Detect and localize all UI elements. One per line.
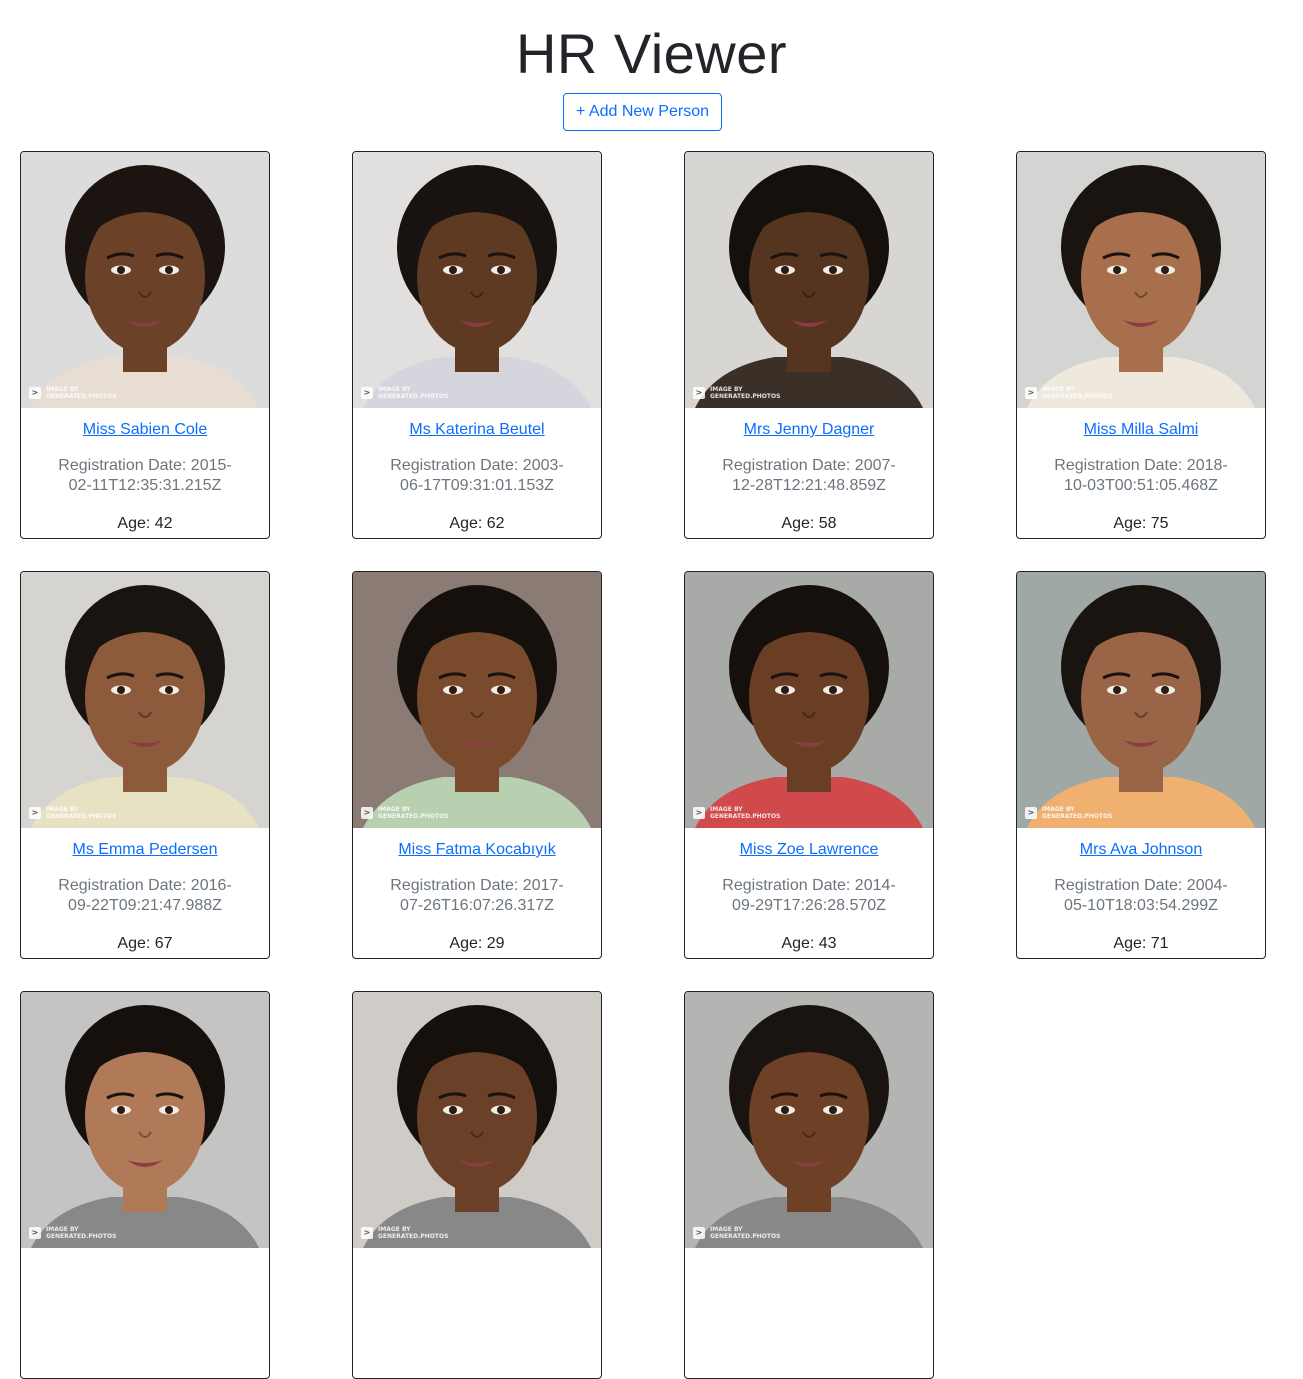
watermark: > IMAGE BY GENERATED.PHOTOS (693, 1226, 780, 1240)
person-card: > IMAGE BY GENERATED.PHOTOS Ms Katerina Beu… (352, 151, 602, 539)
watermark-line1: IMAGE BY (378, 386, 411, 393)
person-name-link[interactable]: Ms Emma Pedersen (21, 840, 269, 860)
watermark-line1: IMAGE BY (710, 806, 743, 813)
watermark-line2: GENERATED.PHOTOS (1042, 813, 1113, 820)
watermark: > IMAGE BY GENERATED.PHOTOS (361, 1226, 448, 1240)
watermark-line1: IMAGE BY (710, 386, 743, 393)
person-photo: > IMAGE BY GENERATED.PHOTOS (1017, 152, 1265, 408)
watermark-icon: > (29, 1227, 41, 1239)
watermark-line1: IMAGE BY (1042, 806, 1075, 813)
person-photo: > IMAGE BY GENERATED.PHOTOS (685, 992, 933, 1248)
person-card: > IMAGE BY GENERATED.PHOTOS (352, 991, 602, 1379)
watermark-line1: IMAGE BY (1042, 386, 1075, 393)
watermark-line2: GENERATED.PHOTOS (378, 813, 449, 820)
person-photo: > IMAGE BY GENERATED.PHOTOS (21, 152, 269, 408)
add-new-person-button[interactable]: + Add New Person (563, 93, 722, 131)
registration-date: Registration Date: 2003-06-17T09:31:01.1… (390, 457, 564, 494)
watermark-line2: GENERATED.PHOTOS (1042, 393, 1113, 400)
person-photo: > IMAGE BY GENERATED.PHOTOS (353, 992, 601, 1248)
registration-date: Registration Date: 2015-02-11T12:35:31.2… (58, 457, 232, 494)
watermark: > IMAGE BY GENERATED.PHOTOS (29, 386, 116, 400)
watermark-line2: GENERATED.PHOTOS (46, 1233, 117, 1240)
person-photo: > IMAGE BY GENERATED.PHOTOS (21, 992, 269, 1248)
person-age: Age: 75 (1113, 515, 1169, 532)
person-name-link[interactable]: Mrs Jenny Dagner (685, 420, 933, 440)
watermark-icon: > (361, 807, 373, 819)
watermark-line1: IMAGE BY (46, 386, 79, 393)
person-card: > IMAGE BY GENERATED.PHOTOS Miss Fatma Koca… (352, 571, 602, 959)
watermark-line2: GENERATED.PHOTOS (710, 1233, 781, 1240)
watermark: > IMAGE BY GENERATED.PHOTOS (1025, 386, 1112, 400)
watermark-line2: GENERATED.PHOTOS (710, 813, 781, 820)
person-card: > IMAGE BY GENERATED.PHOTOS Miss Milla Salm… (1016, 151, 1266, 539)
watermark: > IMAGE BY GENERATED.PHOTOS (29, 806, 116, 820)
watermark: > IMAGE BY GENERATED.PHOTOS (693, 386, 780, 400)
person-age: Age: 62 (449, 515, 505, 532)
watermark-line2: GENERATED.PHOTOS (46, 393, 117, 400)
person-age: Age: 58 (781, 515, 837, 532)
watermark-line1: IMAGE BY (710, 1226, 743, 1233)
registration-date: Registration Date: 2016-09-22T09:21:47.9… (58, 877, 232, 914)
person-card: > IMAGE BY GENERATED.PHOTOS Mrs Ava Johnson… (1016, 571, 1266, 959)
person-age: Age: 67 (117, 935, 173, 952)
person-photo: > IMAGE BY GENERATED.PHOTOS (353, 572, 601, 828)
watermark-icon: > (693, 807, 705, 819)
watermark-line2: GENERATED.PHOTOS (710, 393, 781, 400)
person-photo: > IMAGE BY GENERATED.PHOTOS (353, 152, 601, 408)
person-age: Age: 29 (449, 935, 505, 952)
person-card: > IMAGE BY GENERATED.PHOTOS (20, 991, 270, 1379)
person-card: > IMAGE BY GENERATED.PHOTOS Miss Zoe Lawren… (684, 571, 934, 959)
person-name-link[interactable]: Ms Katerina Beutel (353, 420, 601, 440)
watermark: > IMAGE BY GENERATED.PHOTOS (1025, 806, 1112, 820)
watermark-icon: > (693, 1227, 705, 1239)
registration-date: Registration Date: 2007-12-28T12:21:48.8… (722, 457, 896, 494)
person-photo: > IMAGE BY GENERATED.PHOTOS (685, 572, 933, 828)
watermark-line2: GENERATED.PHOTOS (378, 393, 449, 400)
person-card: > IMAGE BY GENERATED.PHOTOS (684, 991, 934, 1379)
registration-date: Registration Date: 2004-05-10T18:03:54.2… (1054, 877, 1228, 914)
person-photo: > IMAGE BY GENERATED.PHOTOS (21, 572, 269, 828)
person-name-link[interactable]: Miss Sabien Cole (21, 420, 269, 440)
person-card: > IMAGE BY GENERATED.PHOTOS Ms Emma Pederse… (20, 571, 270, 959)
person-name-link[interactable]: Miss Milla Salmi (1017, 420, 1265, 440)
person-photo: > IMAGE BY GENERATED.PHOTOS (1017, 572, 1265, 828)
person-age: Age: 71 (1113, 935, 1169, 952)
watermark: > IMAGE BY GENERATED.PHOTOS (693, 806, 780, 820)
watermark-line2: GENERATED.PHOTOS (378, 1233, 449, 1240)
person-photo: > IMAGE BY GENERATED.PHOTOS (685, 152, 933, 408)
watermark-line2: GENERATED.PHOTOS (46, 813, 117, 820)
person-age: Age: 43 (781, 935, 837, 952)
person-name-link[interactable]: Mrs Ava Johnson (1017, 840, 1265, 860)
watermark: > IMAGE BY GENERATED.PHOTOS (361, 806, 448, 820)
registration-date: Registration Date: 2014-09-29T17:26:28.5… (722, 877, 896, 914)
watermark-icon: > (1025, 387, 1037, 399)
watermark-line1: IMAGE BY (46, 1226, 79, 1233)
watermark: > IMAGE BY GENERATED.PHOTOS (29, 1226, 116, 1240)
registration-date: Registration Date: 2017-07-26T16:07:26.3… (390, 877, 564, 914)
watermark-icon: > (29, 807, 41, 819)
person-name-link[interactable]: Miss Zoe Lawrence (685, 840, 933, 860)
page-title: HR Viewer (515, 22, 788, 85)
person-card: > IMAGE BY GENERATED.PHOTOS Miss Sabien Col… (20, 151, 270, 539)
watermark-icon: > (693, 387, 705, 399)
watermark-icon: > (361, 1227, 373, 1239)
person-age: Age: 42 (117, 515, 173, 532)
watermark-line1: IMAGE BY (378, 1226, 411, 1233)
person-name-link[interactable]: Miss Fatma Kocabıyık (353, 840, 601, 860)
watermark-icon: > (1025, 807, 1037, 819)
watermark: > IMAGE BY GENERATED.PHOTOS (361, 386, 448, 400)
watermark-line1: IMAGE BY (46, 806, 79, 813)
registration-date: Registration Date: 2018-10-03T00:51:05.4… (1054, 457, 1228, 494)
watermark-icon: > (361, 387, 373, 399)
watermark-line1: IMAGE BY (378, 806, 411, 813)
person-card: > IMAGE BY GENERATED.PHOTOS Mrs Jenny Dagne… (684, 151, 934, 539)
watermark-icon: > (29, 387, 41, 399)
